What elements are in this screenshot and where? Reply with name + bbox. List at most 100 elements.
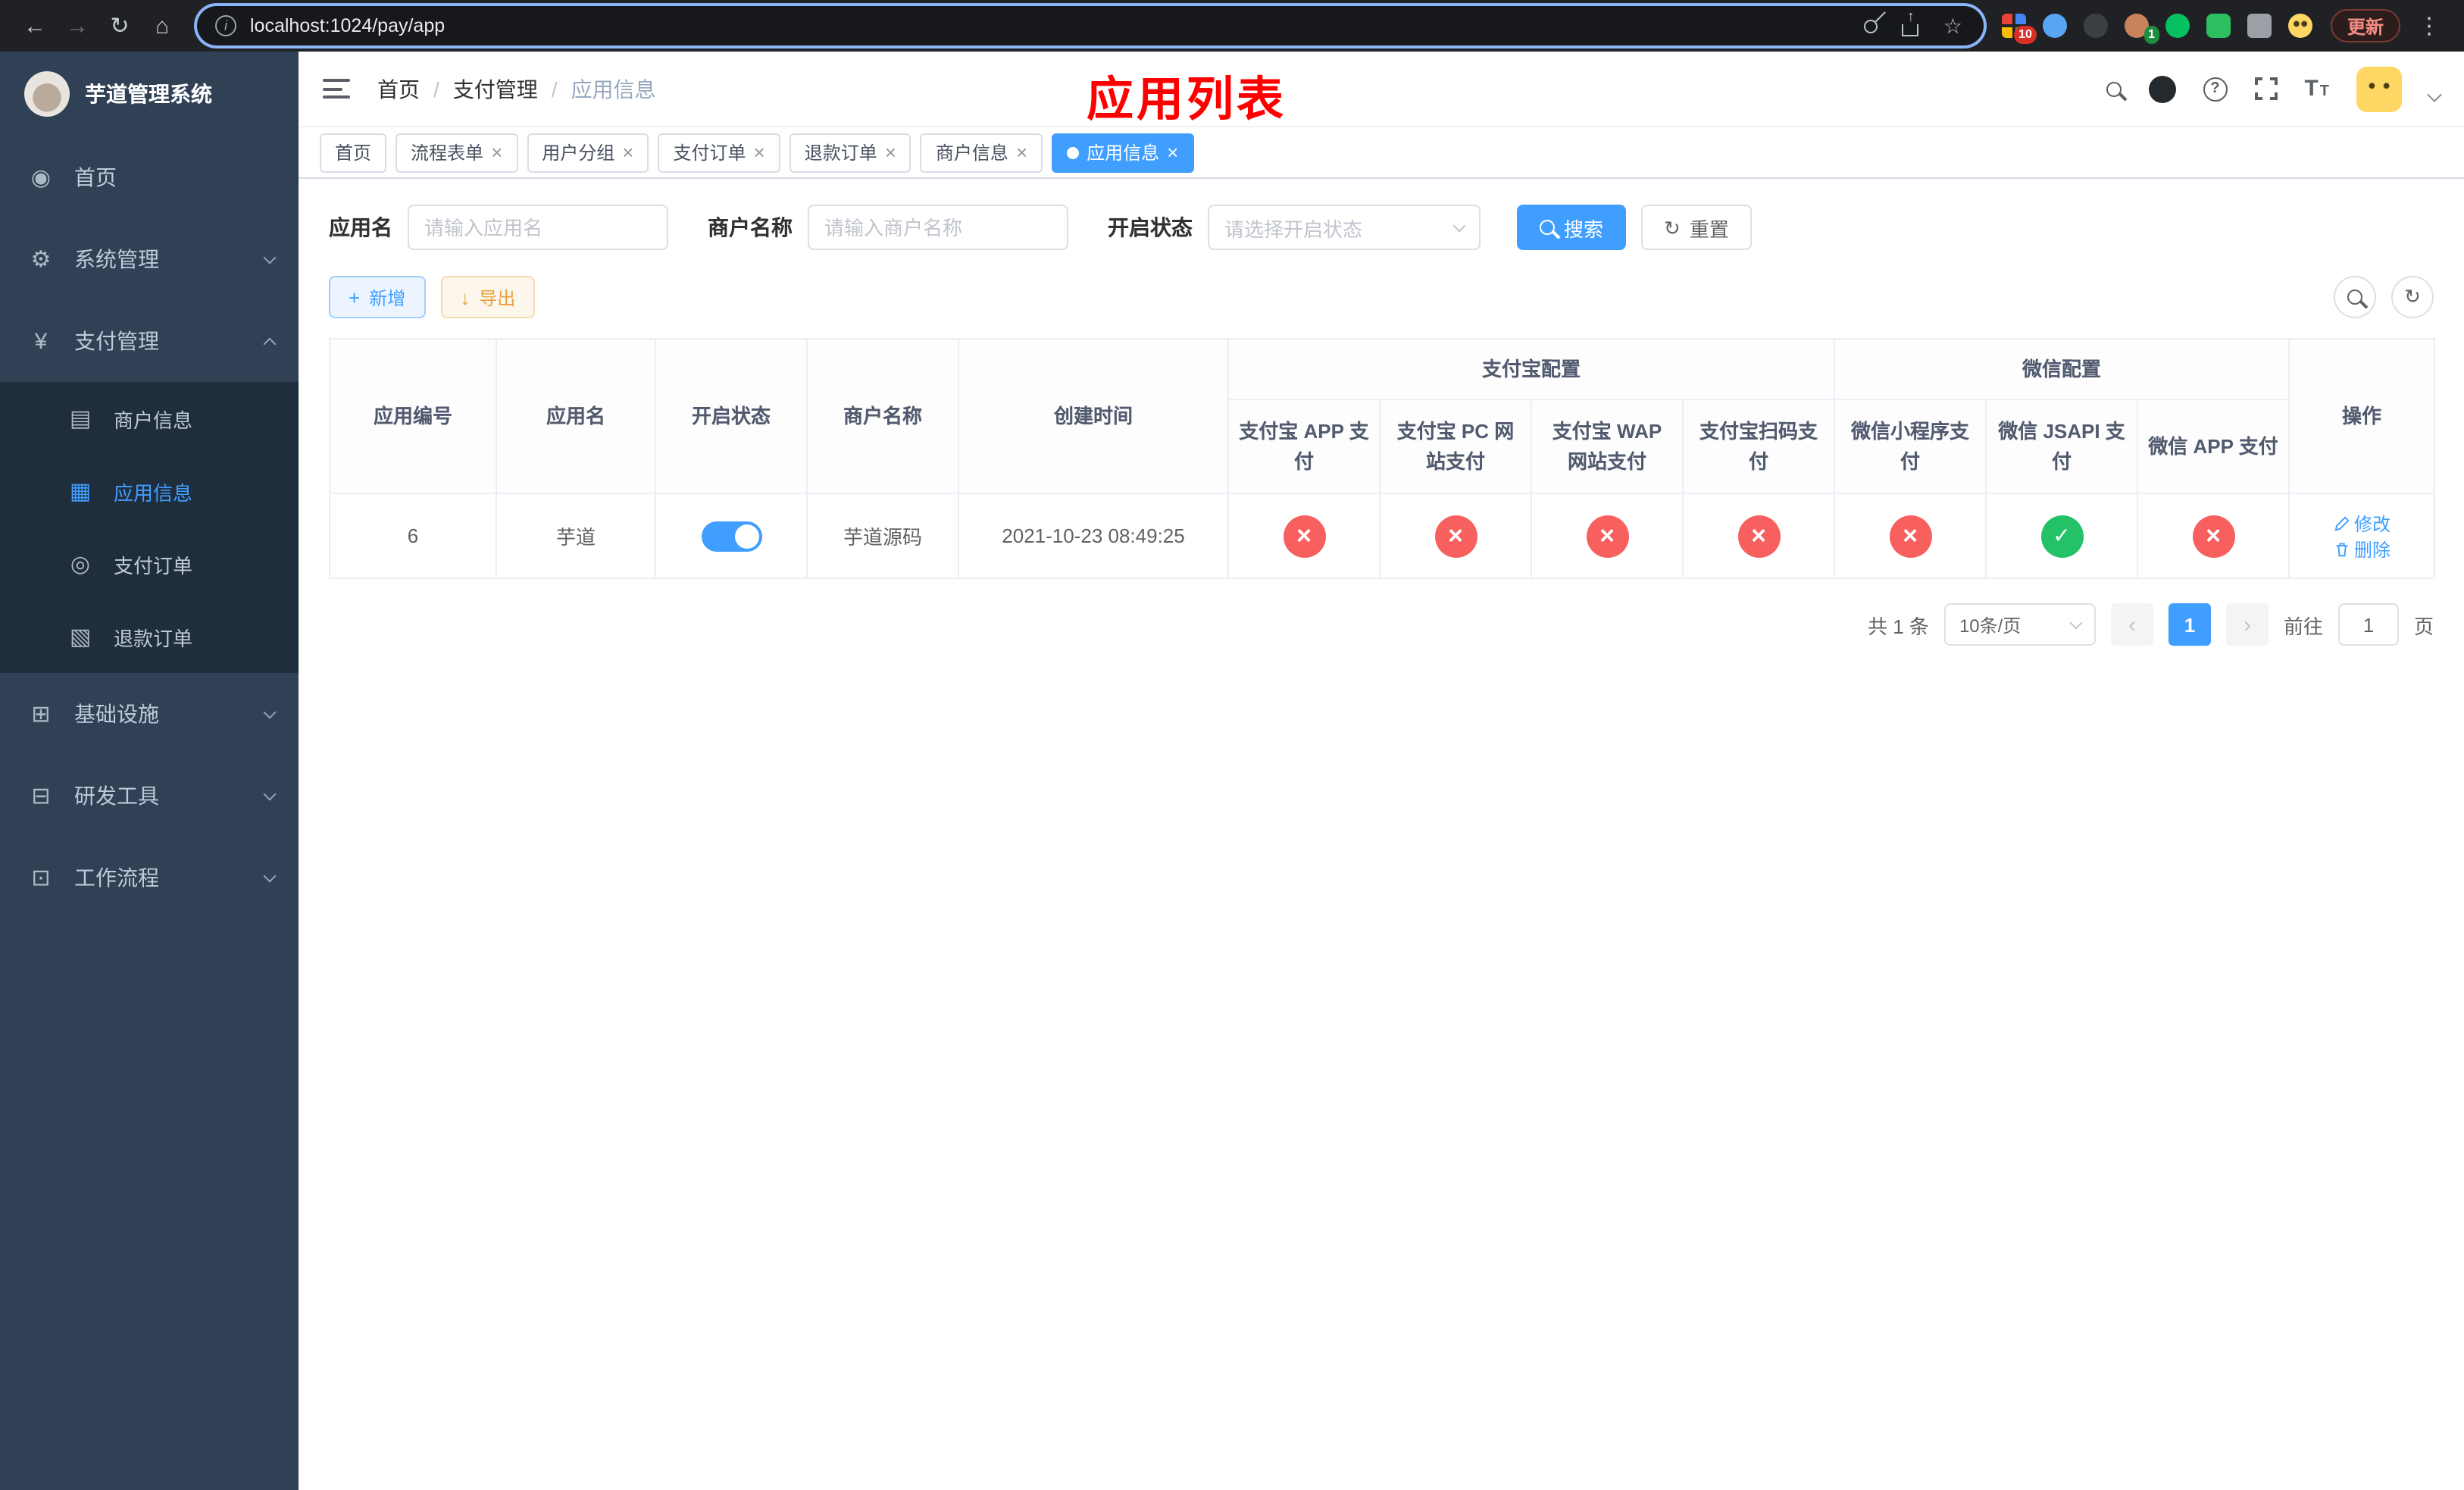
tab-label: 应用信息	[1087, 142, 1160, 164]
status-toggle[interactable]	[701, 521, 761, 551]
font-size-icon[interactable]	[2304, 75, 2329, 102]
browser-home-icon[interactable]: ⌂	[142, 6, 182, 45]
app-name-input[interactable]	[408, 205, 668, 250]
avatar-caret-icon[interactable]	[2427, 87, 2442, 102]
sidebar-item-infra[interactable]: ⊞ 基础设施	[0, 673, 299, 755]
tab-refund-order[interactable]: 退款订单	[789, 133, 911, 172]
sidebar-item-pay-order[interactable]: ◎ 支付订单	[0, 527, 299, 600]
address-bar[interactable]: localhost:1024/pay/app ☆	[197, 6, 1984, 45]
sidebar-logo[interactable]: 芋道管理系统	[0, 52, 299, 136]
merchant-name-input[interactable]	[808, 205, 1068, 250]
page-size-select[interactable]: 10条/页	[1943, 603, 2096, 646]
edit-button-label: 修改	[2354, 513, 2391, 534]
fullscreen-icon[interactable]	[2251, 74, 2281, 103]
page-number-1[interactable]: 1	[2168, 603, 2211, 646]
extension-grid-icon[interactable]: 10	[2001, 14, 2037, 44]
tab-merchant-info[interactable]: 商户信息	[920, 133, 1043, 172]
chevron-down-icon	[263, 869, 277, 882]
chevron-down-icon	[263, 787, 277, 800]
tab-label: 商户信息	[935, 142, 1008, 164]
help-icon[interactable]	[2203, 77, 2228, 101]
sidebar-item-merchant-info[interactable]: ▤ 商户信息	[0, 382, 299, 455]
tab-pay-order[interactable]: 支付订单	[658, 133, 780, 172]
sidebar-item-system[interactable]: ⚙ 系统管理	[0, 218, 299, 300]
export-button-label: 导出	[479, 287, 516, 308]
merchant-name-label: 商户名称	[708, 215, 793, 239]
toggle-search-button[interactable]	[2334, 276, 2376, 318]
tab-process-form[interactable]: 流程表单	[396, 133, 518, 172]
add-button[interactable]: + 新增	[329, 276, 426, 318]
status-select[interactable]: 请选择开启状态	[1208, 205, 1481, 250]
extension-green-square-icon[interactable]	[2206, 14, 2231, 38]
add-button-label: 新增	[369, 287, 406, 308]
next-page-button[interactable]: ›	[2225, 603, 2269, 646]
browser-forward-icon[interactable]: →	[58, 6, 97, 45]
browser-back-icon[interactable]: ←	[15, 6, 55, 45]
close-icon[interactable]	[1016, 142, 1027, 162]
github-icon[interactable]	[2148, 75, 2176, 102]
extension-blue-icon[interactable]	[2042, 14, 2067, 38]
page-content: 应用名 商户名称 开启状态 请选择开启状态 搜索 ↻ 重置	[299, 179, 2464, 1490]
password-key-icon[interactable]	[1862, 16, 1881, 36]
url-text[interactable]: localhost:1024/pay/app	[250, 15, 1865, 36]
trash-icon	[2335, 542, 2347, 556]
close-icon[interactable]	[1167, 142, 1178, 162]
active-tab-dot	[1067, 146, 1080, 158]
sidebar-item-label: 支付管理	[74, 329, 159, 353]
reset-button-label: 重置	[1689, 218, 1729, 240]
sidebar-item-app-info[interactable]: ▦ 应用信息	[0, 455, 299, 527]
chevron-up-icon	[263, 337, 277, 351]
extension-translate-icon[interactable]: 1	[2124, 14, 2159, 44]
export-button[interactable]: ↓ 导出	[440, 276, 536, 318]
col-create-time: 创建时间	[958, 338, 1229, 494]
reset-button[interactable]: ↻ 重置	[1641, 205, 1752, 250]
col-wechat-mini: 微信小程序支付	[1834, 399, 1987, 494]
breadcrumb-payment[interactable]: 支付管理	[453, 74, 538, 104]
sidebar-item-dev-tools[interactable]: ⊟ 研发工具	[0, 755, 299, 837]
browser-menu-icon[interactable]: ⋮	[2409, 6, 2449, 45]
col-alipay-qr: 支付宝扫码支付	[1681, 399, 1836, 494]
breadcrumb-current: 应用信息	[571, 77, 656, 101]
tabs-bar: 首页 流程表单 用户分组 支付订单 退款订单 商户信息 应用信息	[299, 127, 2464, 179]
tab-app-info[interactable]: 应用信息	[1052, 133, 1194, 172]
cell-wechat-mini	[1834, 493, 1987, 579]
sidebar-item-home[interactable]: ◉ 首页	[0, 136, 299, 218]
breadcrumb-home[interactable]: 首页	[377, 74, 420, 104]
close-icon[interactable]	[754, 142, 765, 162]
col-app-name: 应用名	[496, 338, 656, 494]
sidebar-item-payment[interactable]: ¥ 支付管理	[0, 300, 299, 382]
tab-user-group[interactable]: 用户分组	[527, 133, 649, 172]
sidebar-item-workflow[interactable]: ⊡ 工作流程	[0, 837, 299, 919]
close-icon[interactable]	[885, 142, 896, 162]
site-info-icon[interactable]	[215, 15, 236, 36]
goto-page-input[interactable]	[2337, 603, 2399, 646]
delete-button[interactable]: 删除	[2333, 536, 2391, 562]
extension-wechat-icon[interactable]	[2165, 14, 2190, 38]
close-icon[interactable]	[622, 142, 633, 162]
cell-wechat-app	[2137, 493, 2290, 579]
sidebar-toggle-icon[interactable]	[323, 79, 350, 99]
app-title: 芋道管理系统	[85, 82, 212, 106]
browser-update-button[interactable]: 更新	[2330, 9, 2400, 42]
goto-label: 前往	[2283, 615, 2323, 637]
extension-dark-icon[interactable]	[2083, 14, 2108, 38]
extensions-puzzle-icon[interactable]	[2247, 14, 2272, 38]
extension-emoji-icon[interactable]	[2287, 14, 2312, 38]
wechat-mini-status-icon	[1889, 515, 1932, 557]
dashboard-icon: ◉	[30, 165, 52, 191]
bookmark-star-icon[interactable]: ☆	[1943, 13, 1962, 39]
share-icon[interactable]	[1902, 24, 1919, 36]
col-alipay-app: 支付宝 APP 支付	[1227, 399, 1381, 494]
edit-button[interactable]: 修改	[2333, 510, 2391, 536]
refresh-table-button[interactable]: ↻	[2391, 276, 2434, 318]
search-icon[interactable]	[2106, 81, 2122, 96]
close-icon[interactable]	[491, 142, 502, 162]
tab-home[interactable]: 首页	[320, 133, 387, 172]
browser-reload-icon[interactable]: ↻	[100, 6, 139, 45]
delete-button-label: 删除	[2354, 539, 2391, 560]
tab-label: 退款订单	[804, 142, 877, 164]
search-button[interactable]: 搜索	[1517, 205, 1627, 250]
prev-page-button[interactable]: ‹	[2110, 603, 2153, 646]
user-avatar[interactable]	[2356, 66, 2402, 111]
sidebar-item-refund-order[interactable]: ▧ 退款订单	[0, 600, 299, 673]
